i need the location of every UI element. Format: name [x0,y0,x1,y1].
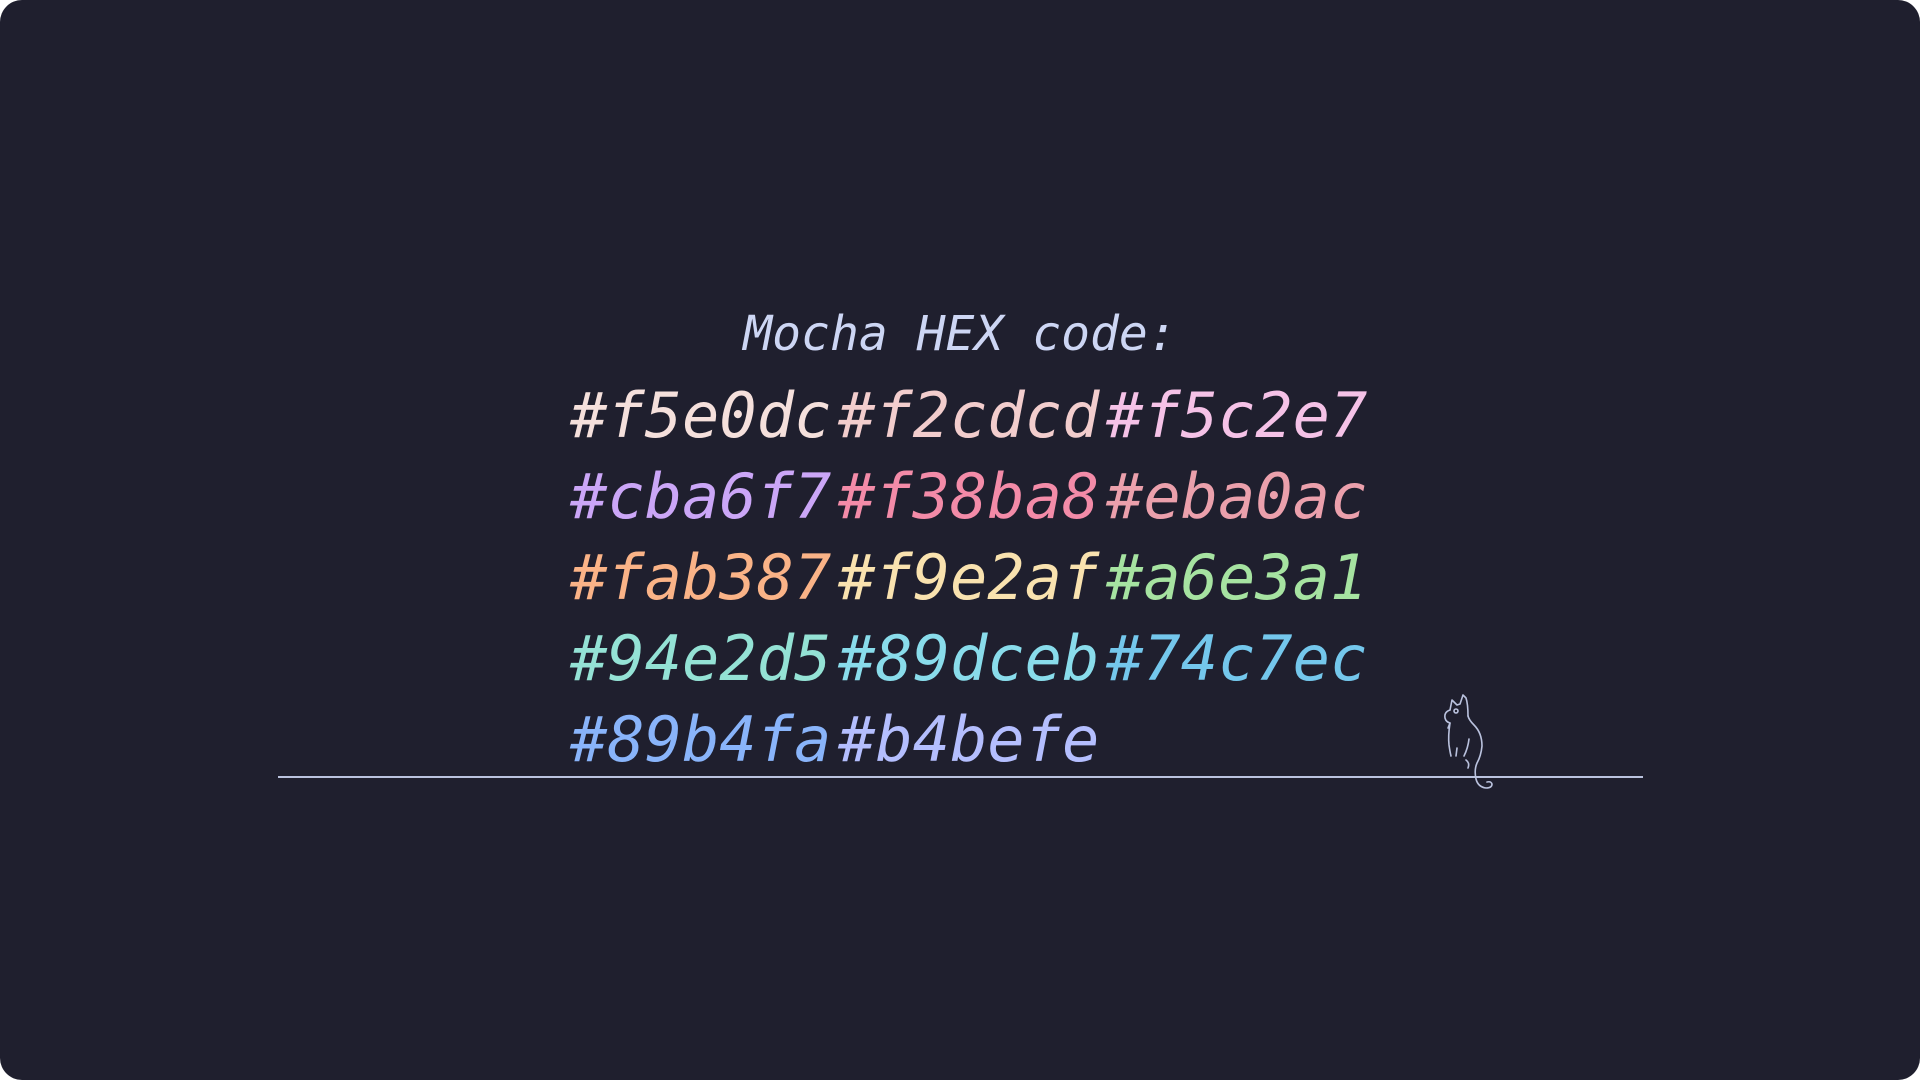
page-title: Mocha HEX code: [743,306,1177,362]
canvas: Mocha HEX code: #f5e0dc #f2cdcd #f5c2e7 #cb… [0,0,1920,1080]
hex-code-cba6f7: #cba6f7 [570,460,832,533]
hex-code-a6e3a1: #a6e3a1 [1106,541,1368,614]
hex-code-89dceb: #89dceb [838,622,1100,695]
hex-code-eba0ac: #eba0ac [1106,460,1368,533]
hex-code-fab387: #fab387 [570,541,832,614]
hex-code-f9e2af: #f9e2af [838,541,1100,614]
cat-icon [1444,694,1493,789]
hex-code-74c7ec: #74c7ec [1106,622,1368,695]
hex-code-89b4fa: #89b4fa [570,703,832,776]
hex-code-f38ba8: #f38ba8 [838,460,1100,533]
hex-code-f5e0dc: #f5e0dc [570,379,832,452]
hex-code-grid: #f5e0dc #f2cdcd #f5c2e7 #cba6f7 #f38ba8 #eba0… [570,375,1374,780]
hex-code-f2cdcd: #f2cdcd [838,379,1100,452]
hex-code-f5c2e7: #f5c2e7 [1106,379,1368,452]
hex-code-94e2d5: #94e2d5 [570,622,832,695]
hex-code-b4befe: #b4befe [838,703,1100,776]
